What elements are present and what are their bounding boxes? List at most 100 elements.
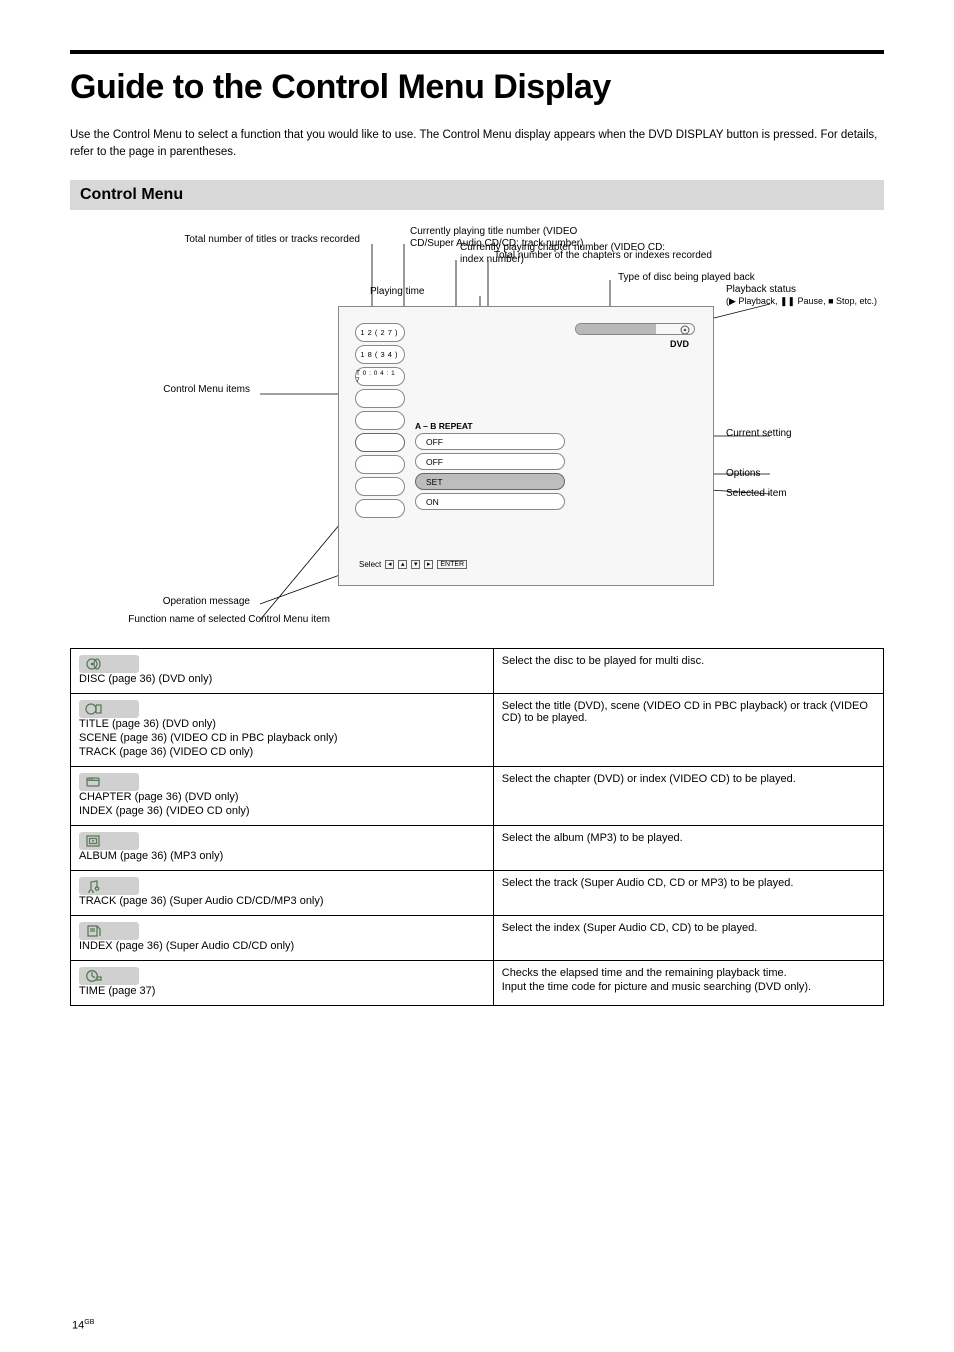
func-left-text: DISC (page 36) (DVD only) <box>79 673 485 685</box>
page-root: Guide to the Control Menu Display Use th… <box>0 0 954 1352</box>
page-number-suffix: GB <box>84 1319 94 1326</box>
label-playing-time: Playing time <box>370 286 474 298</box>
table-row: TIME (page 37) Checks the elapsed time an… <box>71 961 884 1006</box>
disc-type-label: DVD <box>670 339 689 349</box>
option-label: SET <box>426 477 443 487</box>
menu-item[interactable] <box>355 389 405 408</box>
func-left-line: CHAPTER (page 36) (DVD only) <box>79 791 485 803</box>
page-title: Guide to the Control Menu Display <box>70 68 884 107</box>
func-right-line: Select the chapter (DVD) or index (VIDEO… <box>502 773 875 785</box>
page-number: 14GB <box>72 1319 94 1332</box>
func-right-cell: Select the track (Super Audio CD, CD or … <box>493 871 883 916</box>
func-right-cell: Checks the elapsed time and the remainin… <box>493 961 883 1006</box>
track-icon <box>79 877 139 895</box>
option-label: ON <box>426 497 439 507</box>
selected-function-label: A – B REPEAT <box>415 421 473 431</box>
stop-icon: ■ <box>828 296 833 306</box>
func-left-line: SCENE (page 36) (VIDEO CD in PBC playbac… <box>79 732 485 744</box>
menu-item[interactable]: 1 2 ( 2 7 ) <box>355 323 405 342</box>
pause-icon: ❚❚ <box>780 296 795 306</box>
guide-row: Select ◂ ▴ ▾ ▸ ENTER <box>359 560 467 569</box>
option-row[interactable]: ON <box>415 493 565 510</box>
arrow-right-icon: ▸ <box>424 560 433 569</box>
func-left-line: TIME (page 37) <box>79 985 485 997</box>
status-pill <box>575 323 695 335</box>
func-right-cell: Select the index (Super Audio CD, CD) to… <box>493 916 883 961</box>
options-panel: OFF OFF SET ON <box>415 433 565 513</box>
option-label: OFF <box>426 457 443 467</box>
func-right-cell: Select the title (DVD), scene (VIDEO CD … <box>493 694 883 767</box>
func-left-cell: TIME (page 37) <box>71 961 494 1006</box>
disc-status-icon <box>680 325 690 335</box>
section-heading: Control Menu <box>70 180 884 210</box>
menu-item[interactable]: 1 8 ( 3 4 ) <box>355 345 405 364</box>
func-left-text: CHAPTER (page 36) (DVD only) INDEX (page … <box>79 791 485 817</box>
func-left-cell: INDEX (page 36) (Super Audio CD/CD only) <box>71 916 494 961</box>
func-left-line: DISC (page 36) (DVD only) <box>79 673 485 685</box>
label-selected-item: Selected item <box>726 488 866 500</box>
label-playback-status: Playback status (▶ Playback, ❚❚ Pause, ■… <box>726 284 886 308</box>
album-icon <box>79 832 139 850</box>
intro-text: Use the Control Menu to select a functio… <box>70 127 884 160</box>
func-right-line: Select the index (Super Audio CD, CD) to… <box>502 922 875 934</box>
enter-key-icon: ENTER <box>437 560 467 569</box>
arrow-up-icon: ▴ <box>398 560 407 569</box>
func-left-line: TRACK (page 36) (Super Audio CD/CD/MP3 o… <box>79 895 485 907</box>
func-right-cell: Select the album (MP3) to be played. <box>493 826 883 871</box>
menu-item[interactable] <box>355 499 405 518</box>
arrow-down-icon: ▾ <box>411 560 420 569</box>
func-left-text: ALBUM (page 36) (MP3 only) <box>79 850 485 862</box>
func-left-cell: CHAPTER (page 36) (DVD only) INDEX (page … <box>71 767 494 826</box>
table-row: CHAPTER (page 36) (DVD only) INDEX (page … <box>71 767 884 826</box>
page-number-value: 14 <box>72 1320 84 1332</box>
arrow-left-icon: ◂ <box>385 560 394 569</box>
table-row: TITLE (page 36) (DVD only) SCENE (page 36… <box>71 694 884 767</box>
menu-item[interactable] <box>355 477 405 496</box>
func-left-text: INDEX (page 36) (Super Audio CD/CD only) <box>79 940 485 952</box>
menu-item-selected[interactable] <box>355 433 405 452</box>
option-row-selected[interactable]: SET <box>415 473 565 490</box>
func-left-text: TRACK (page 36) (Super Audio CD/CD/MP3 o… <box>79 895 485 907</box>
option-label: OFF <box>426 437 443 447</box>
func-left-text: TITLE (page 36) (DVD only) SCENE (page 36… <box>79 718 485 758</box>
menu-item[interactable] <box>355 411 405 430</box>
func-left-line: TITLE (page 36) (DVD only) <box>79 718 485 730</box>
func-right-line: Checks the elapsed time and the remainin… <box>502 967 875 979</box>
label-current-setting: Current setting <box>726 428 866 440</box>
option-row[interactable]: OFF <box>415 433 565 450</box>
option-row[interactable]: OFF <box>415 453 565 470</box>
index2-icon <box>79 922 139 940</box>
menu-item-num: 1 8 ( 3 4 ) <box>360 350 398 359</box>
label-total-chapters: Total number of the chapters or indexes … <box>494 250 724 262</box>
disc-icon <box>79 655 139 673</box>
menu-item[interactable]: T 0 : 0 4 : 1 7 <box>355 367 405 386</box>
table-row: ALBUM (page 36) (MP3 only) Select the alb… <box>71 826 884 871</box>
label-operation-message: Operation message <box>70 596 250 608</box>
func-left-text: TIME (page 37) <box>79 985 485 997</box>
label-total-titles: Total number of titles or tracks recorde… <box>70 234 360 246</box>
label-disc-type: Type of disc being played back <box>618 272 818 284</box>
func-left-line: ALBUM (page 36) (MP3 only) <box>79 850 485 862</box>
label-options: Options <box>726 468 866 480</box>
table-row: DISC (page 36) (DVD only) Select the disc… <box>71 649 884 694</box>
top-rule <box>70 50 884 54</box>
label-playback-status-intro: Playback status <box>726 284 796 295</box>
label-control-menu-items: Control Menu items <box>70 384 250 396</box>
device-screen: DVD 1 2 ( 2 7 ) 1 8 ( 3 4 ) T 0 : 0 4 : … <box>338 306 714 586</box>
table-row: TRACK (page 36) (Super Audio CD/CD/MP3 o… <box>71 871 884 916</box>
func-right-line: Select the album (MP3) to be played. <box>502 832 875 844</box>
menu-item[interactable] <box>355 455 405 474</box>
func-left-line: INDEX (page 36) (VIDEO CD only) <box>79 805 485 817</box>
func-right-cell: Select the disc to be played for multi d… <box>493 649 883 694</box>
func-left-cell: TITLE (page 36) (DVD only) SCENE (page 36… <box>71 694 494 767</box>
screen-inner: DVD 1 2 ( 2 7 ) 1 8 ( 3 4 ) T 0 : 0 4 : … <box>345 313 707 579</box>
title-icon <box>79 700 139 718</box>
diagram: Total number of titles or tracks recorde… <box>70 224 884 624</box>
func-left-cell: ALBUM (page 36) (MP3 only) <box>71 826 494 871</box>
play-icon: ▶ <box>729 296 736 306</box>
guide-text-select: Select <box>359 560 381 569</box>
functions-table: DISC (page 36) (DVD only) Select the disc… <box>70 648 884 1006</box>
func-left-line: INDEX (page 36) (Super Audio CD/CD only) <box>79 940 485 952</box>
func-right-cell: Select the chapter (DVD) or index (VIDEO… <box>493 767 883 826</box>
func-right-line: Input the time code for picture and musi… <box>502 981 875 993</box>
